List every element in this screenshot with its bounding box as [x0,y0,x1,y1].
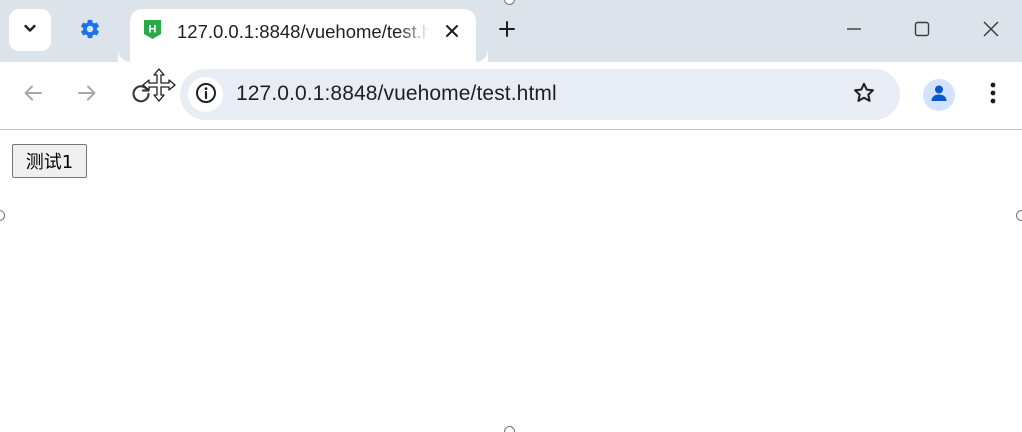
window-close-button[interactable] [976,16,1006,46]
avatar [923,79,955,111]
browser-window: H 127.0.0.1:8848/vuehome/test.html 127.0… [0,0,1022,432]
info-icon [195,82,217,108]
active-tab[interactable]: H 127.0.0.1:8848/vuehome/test.html [118,9,488,62]
forward-button[interactable] [70,78,104,112]
more-vertical-icon [990,82,996,108]
site-info-button[interactable] [188,77,223,112]
bookmark-button[interactable] [849,80,879,110]
url-text[interactable]: 127.0.0.1:8848/vuehome/test.html [236,82,557,108]
arrow-left-icon [22,82,44,108]
favicon-letter: H [149,24,157,36]
back-button[interactable] [16,78,50,112]
minimize-button[interactable] [839,16,869,46]
test-button[interactable]: 测试1 [12,144,87,178]
close-icon [982,20,1000,42]
resize-handle-bottom[interactable] [504,426,515,432]
minimize-icon [846,21,862,41]
chevron-down-icon [22,20,38,40]
page-viewport: 测试1 [0,130,1022,432]
tab-strip: H 127.0.0.1:8848/vuehome/test.html [0,0,1022,62]
maximize-button[interactable] [907,16,937,46]
resize-handle-right[interactable] [1016,210,1022,221]
browser-menu-button[interactable] [978,78,1008,112]
gear-icon [79,18,101,44]
arrow-right-icon [76,82,98,108]
address-bar[interactable]: 127.0.0.1:8848/vuehome/test.html [180,69,900,120]
maximize-icon [914,21,930,41]
close-icon [445,23,459,42]
move-cursor-icon [142,68,176,102]
star-icon [852,81,876,109]
new-tab-button[interactable] [492,16,522,46]
plus-icon [498,20,516,42]
tab-close-button[interactable] [439,19,465,45]
settings-tab-button[interactable] [72,14,108,48]
hbuilder-favicon-icon: H [143,19,162,40]
tab-search-button[interactable] [9,9,51,51]
profile-button[interactable] [922,78,956,112]
person-icon [929,83,949,107]
tab-title: 127.0.0.1:8848/vuehome/test.html [177,21,429,42]
